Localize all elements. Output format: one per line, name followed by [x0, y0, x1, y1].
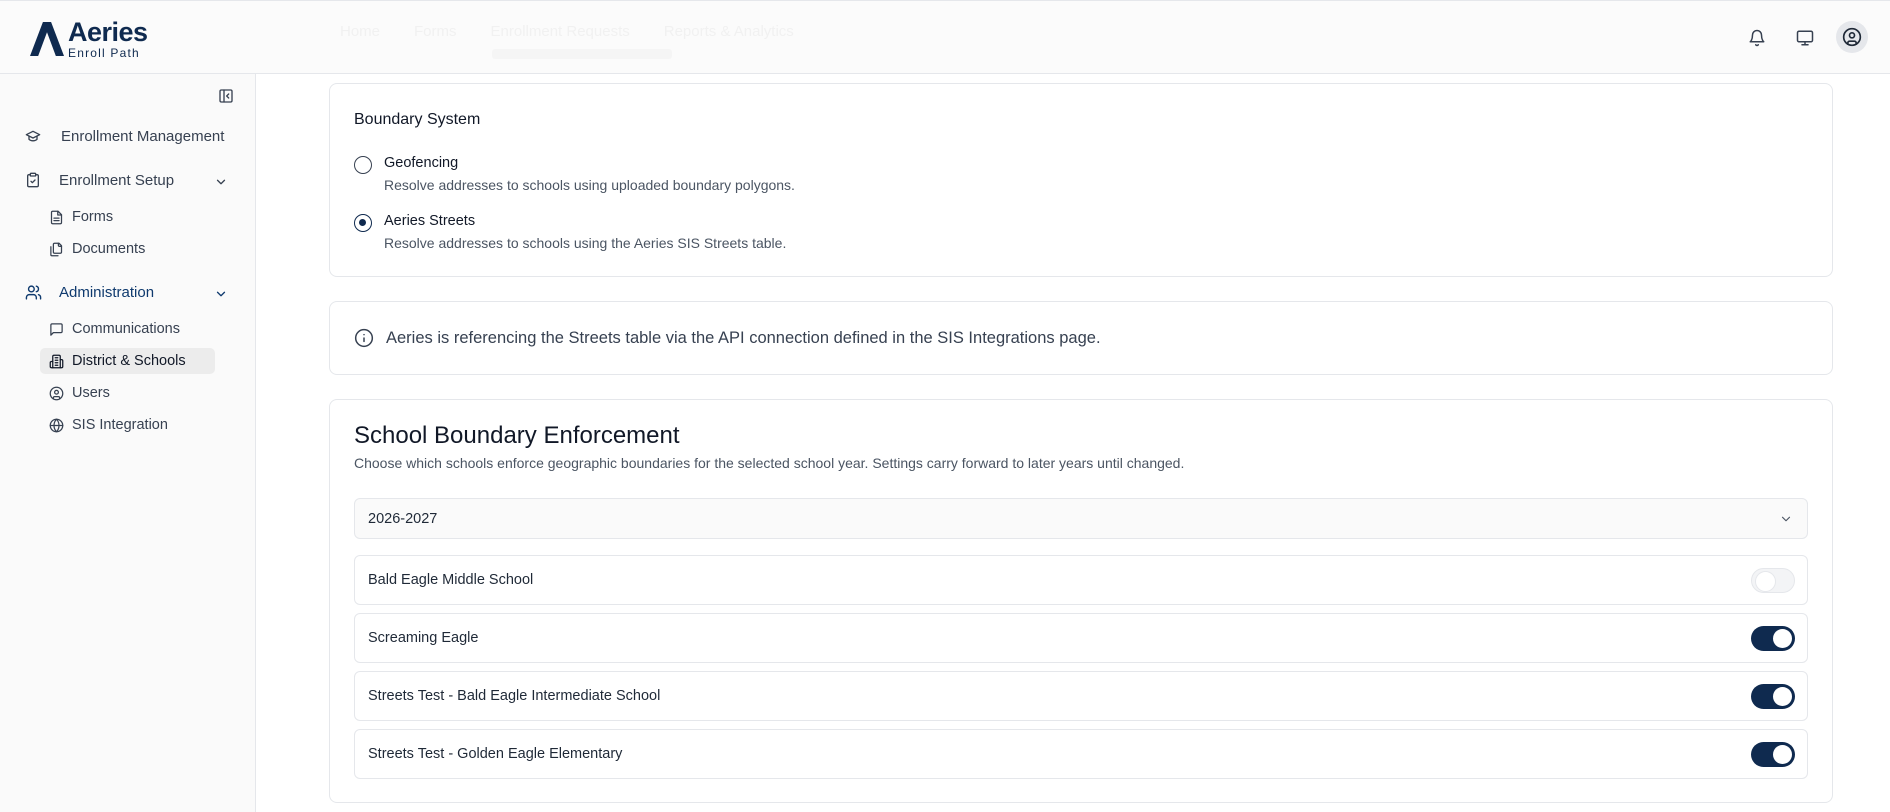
sidebar-item-enrollment-setup[interactable]: Enrollment Setup [24, 171, 174, 189]
info-text: Aeries is referencing the Streets table … [386, 328, 1101, 347]
sidebar-item-administration[interactable]: Administration [24, 283, 154, 301]
faded-tab: Forms [414, 23, 457, 40]
sidebar-item-label: District & Schools [72, 353, 186, 369]
radio-button-checked[interactable] [354, 214, 372, 232]
globe-icon [48, 417, 64, 433]
building-icon [48, 353, 64, 369]
sidebar-item-label: Documents [72, 241, 146, 257]
radio-description: Resolve addresses to schools using the A… [384, 235, 787, 251]
school-year-value: 2026-2027 [368, 510, 438, 527]
radio-button[interactable] [354, 156, 372, 174]
school-year-select[interactable]: 2026-2027 [354, 498, 1808, 539]
files-icon [48, 241, 64, 257]
boundary-toggle[interactable] [1751, 568, 1795, 593]
file-text-icon [48, 209, 64, 225]
sidebar-item-label: Enrollment Management [61, 127, 225, 145]
chevron-down-icon[interactable] [214, 175, 228, 189]
radio-label: Aeries Streets [384, 213, 476, 229]
boundary-toggle[interactable] [1751, 626, 1795, 651]
info-icon [354, 328, 374, 348]
top-header: Aeries Enroll Path Home Forms Enrollment… [0, 0, 1890, 74]
sidebar-item-label: Users [72, 385, 110, 401]
message-square-icon [48, 321, 64, 337]
chevron-down-icon [1779, 512, 1793, 526]
bell-icon[interactable] [1744, 25, 1770, 51]
chevron-down-icon[interactable] [214, 287, 228, 301]
boundary-toggle[interactable] [1751, 684, 1795, 709]
aeries-logo-mark [30, 22, 64, 56]
faded-tab: Enrollment Requests [490, 23, 630, 40]
school-name: Streets Test - Bald Eagle Intermediate S… [368, 688, 661, 704]
sidebar-item-label: Communications [72, 321, 180, 337]
sidebar-item-label: Enrollment Setup [59, 171, 175, 189]
sidebar-item-documents[interactable]: Documents [40, 236, 153, 262]
school-row: Streets Test - Golden Eagle Elementary [354, 729, 1808, 779]
sidebar-item-district-schools[interactable]: District & Schools [40, 348, 215, 374]
school-name: Screaming Eagle [368, 630, 479, 646]
sidebar-item-label: Administration [59, 283, 155, 301]
faded-tab: Reports & Analytics [663, 23, 794, 40]
faded-tab: Home [340, 23, 381, 40]
boundary-system-title: Boundary System [354, 111, 481, 128]
user-circle-icon [48, 385, 64, 401]
sidebar-item-sis-integration[interactable]: SIS Integration [40, 412, 176, 438]
school-name: Streets Test - Golden Eagle Elementary [368, 746, 623, 762]
radio-option-geofencing[interactable]: Geofencing Resolve addresses to schools … [354, 154, 795, 194]
sidebar-item-label: Forms [72, 209, 114, 225]
logo-subtitle: Enroll Path [68, 46, 140, 60]
sidebar-collapse-icon[interactable] [218, 88, 236, 106]
logo-title: Aeries [68, 17, 148, 47]
sidebar-item-forms[interactable]: Forms [40, 204, 121, 230]
school-name: Bald Eagle Middle School [368, 572, 534, 588]
boundary-toggle[interactable] [1751, 742, 1795, 767]
boundary-enforcement-card: School Boundary Enforcement Choose which… [329, 399, 1833, 803]
users-icon [24, 283, 42, 301]
clipboard-check-icon [24, 171, 42, 189]
school-row: Screaming Eagle [354, 613, 1808, 663]
info-banner: Aeries is referencing the Streets table … [329, 301, 1833, 375]
boundary-system-card: Boundary System Geofencing Resolve addre… [329, 83, 1833, 277]
graduation-cap-icon [24, 127, 42, 145]
faded-tab-underline [492, 49, 672, 59]
sidebar-item-label: SIS Integration [72, 417, 168, 433]
user-avatar[interactable] [1836, 21, 1868, 53]
sidebar-item-users[interactable]: Users [40, 380, 118, 406]
section-title: School Boundary Enforcement [354, 422, 680, 449]
school-row: Bald Eagle Middle School [354, 555, 1808, 605]
school-row: Streets Test - Bald Eagle Intermediate S… [354, 671, 1808, 721]
user-circle-icon [1842, 27, 1862, 47]
faded-nav-tabs: Home Forms Enrollment Requests Reports &… [340, 23, 794, 40]
sidebar: Enrollment Management Enrollment Setup F… [0, 74, 256, 812]
radio-description: Resolve addresses to schools using uploa… [384, 177, 795, 193]
radio-label: Geofencing [384, 155, 459, 171]
aeries-logo[interactable]: Aeries Enroll Path [30, 17, 148, 60]
monitor-icon[interactable] [1792, 25, 1818, 51]
sidebar-item-communications[interactable]: Communications [40, 316, 188, 342]
sidebar-item-enrollment-management[interactable]: Enrollment Management [24, 127, 224, 145]
section-description: Choose which schools enforce geographic … [354, 455, 1185, 471]
radio-option-aeries-streets[interactable]: Aeries Streets Resolve addresses to scho… [354, 212, 786, 252]
